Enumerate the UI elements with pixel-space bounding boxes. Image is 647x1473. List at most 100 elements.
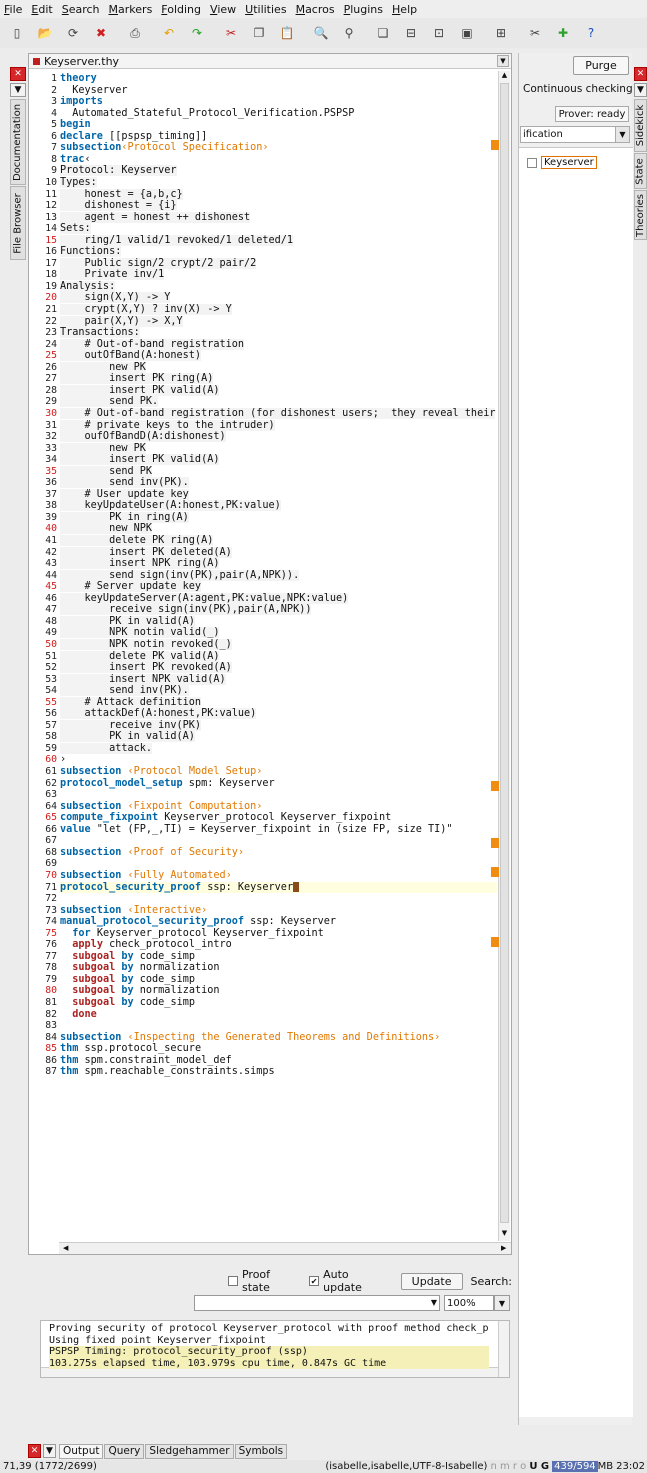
buffer-switcher-dropdown[interactable]: ▼ bbox=[497, 55, 509, 67]
code-line[interactable] bbox=[60, 835, 497, 847]
code-line[interactable]: thm spm.reachable_constraints.simps bbox=[60, 1066, 497, 1078]
code-line[interactable]: value "let (FP,_,TI) = Keyserver_fixpoin… bbox=[60, 824, 497, 836]
menu-plugins[interactable]: Plugins bbox=[344, 3, 383, 16]
tab-documentation[interactable]: Documentation bbox=[10, 99, 26, 185]
code-line[interactable]: delete PK valid(A) bbox=[60, 650, 497, 663]
code-line[interactable]: receive sign(inv(PK),pair(A,NPK)) bbox=[60, 604, 497, 616]
logic-select[interactable]: ification ▼ bbox=[520, 126, 630, 143]
code-line[interactable]: Types: bbox=[60, 176, 497, 189]
code-line[interactable]: send inv(PK). bbox=[60, 685, 497, 697]
tab-sledgehammer[interactable]: Sledgehammer bbox=[145, 1443, 234, 1459]
menu-macros[interactable]: Macros bbox=[296, 3, 335, 16]
code-line[interactable]: send sign(inv(PK),pair(A,NPK)). bbox=[60, 569, 497, 582]
search-input[interactable]: ▼ bbox=[194, 1295, 440, 1311]
close-output-dock-button[interactable]: ✕ bbox=[28, 1444, 41, 1458]
menu-view[interactable]: View bbox=[210, 3, 236, 16]
code-line[interactable]: delete PK ring(A) bbox=[60, 535, 497, 547]
menu-help[interactable]: Help bbox=[392, 3, 417, 16]
menu-file[interactable]: File bbox=[4, 3, 22, 16]
proof-state-checkbox[interactable] bbox=[228, 1276, 238, 1286]
code-line[interactable]: Functions: bbox=[60, 246, 497, 258]
continuous-checking-label[interactable]: Continuous checking bbox=[519, 83, 633, 98]
code-line[interactable]: attack. bbox=[60, 742, 497, 755]
code-line[interactable]: thm spm.constraint_model_def bbox=[60, 1055, 497, 1067]
code-line[interactable] bbox=[60, 1020, 497, 1032]
code-line[interactable] bbox=[60, 893, 497, 905]
find-icon[interactable]: 🔍 bbox=[312, 24, 330, 42]
code-line[interactable]: Keyserver bbox=[60, 85, 497, 97]
tab-sidekick[interactable]: Sidekick bbox=[634, 99, 647, 152]
code-line[interactable]: sign(X,Y) -> Y bbox=[60, 292, 497, 304]
scroll-right-icon[interactable]: ▶ bbox=[501, 1244, 506, 1252]
reload-icon[interactable]: ⟳ bbox=[64, 24, 82, 42]
code-line[interactable]: › bbox=[60, 754, 497, 766]
code-line[interactable]: Protocol: Keyserver bbox=[60, 165, 497, 177]
code-line[interactable] bbox=[60, 789, 497, 801]
menu-search[interactable]: Search bbox=[62, 3, 100, 16]
undo-icon[interactable]: ↶ bbox=[160, 24, 178, 42]
output-dock-menu-button[interactable]: ▼ bbox=[43, 1444, 56, 1458]
code-line[interactable] bbox=[60, 858, 497, 870]
code-line[interactable]: dishonest = {i} bbox=[60, 200, 497, 212]
close-dock-button[interactable]: ✕ bbox=[10, 67, 26, 81]
code-line[interactable]: keyUpdateUser(A:honest,PK:value) bbox=[60, 500, 497, 512]
fullscreen-icon[interactable]: ⊞ bbox=[492, 24, 510, 42]
code-line[interactable]: agent = honest ++ dishonest bbox=[60, 211, 497, 224]
code-line[interactable]: Sets: bbox=[60, 223, 497, 235]
code-line[interactable]: theory bbox=[60, 73, 497, 85]
code-line[interactable]: insert NPK ring(A) bbox=[60, 558, 497, 570]
code-line[interactable]: new PK bbox=[60, 361, 497, 374]
tab-output[interactable]: Output bbox=[59, 1443, 104, 1459]
code-line[interactable]: subgoal by normalization bbox=[60, 985, 497, 997]
editor-horizontal-scrollbar[interactable]: ◀ ▶ bbox=[59, 1242, 511, 1254]
code-line[interactable]: PK in ring(A) bbox=[60, 511, 497, 524]
code-line[interactable]: subgoal by code_simp bbox=[60, 951, 497, 963]
code-line[interactable]: new PK bbox=[60, 442, 497, 455]
menu-utilities[interactable]: Utilities bbox=[245, 3, 286, 16]
code-line[interactable]: compute_fixpoint Keyserver_protocol Keys… bbox=[60, 812, 497, 824]
code-line[interactable]: Public sign/2 crypt/2 pair/2 bbox=[60, 257, 497, 270]
menu-edit[interactable]: Edit bbox=[31, 3, 52, 16]
code-line[interactable]: # Server update key bbox=[60, 581, 497, 593]
code-line[interactable]: imports bbox=[60, 96, 497, 108]
code-line[interactable]: insert PK valid(A) bbox=[60, 384, 497, 397]
code-line[interactable]: NPK notin revoked(_) bbox=[60, 638, 497, 651]
code-line[interactable]: subgoal by code_simp bbox=[60, 997, 497, 1009]
scroll-left-icon[interactable]: ◀ bbox=[63, 1244, 68, 1252]
code-line[interactable]: subgoal by code_simp bbox=[60, 974, 497, 986]
code-line[interactable]: Automated_Stateful_Protocol_Verification… bbox=[60, 108, 497, 120]
code-line[interactable]: send inv(PK). bbox=[60, 477, 497, 489]
right-dock-menu-button[interactable]: ▼ bbox=[634, 83, 647, 97]
code-line[interactable]: manual_protocol_security_proof ssp: Keys… bbox=[60, 916, 497, 928]
code-line[interactable]: subsection‹Protocol Specification› bbox=[60, 142, 497, 154]
print-icon[interactable]: ⎙ bbox=[126, 24, 144, 42]
code-line[interactable]: subsection ‹Fully Automated› bbox=[60, 870, 497, 882]
theory-checkbox[interactable] bbox=[527, 157, 537, 168]
tab-state[interactable]: State bbox=[634, 153, 647, 189]
code-line[interactable]: oufOfBandD(A:dishonest) bbox=[60, 431, 497, 443]
find-replace-icon[interactable]: ⚲ bbox=[340, 24, 358, 42]
new-file-icon[interactable]: ▯ bbox=[8, 24, 26, 42]
code-line[interactable]: # private keys to the intruder) bbox=[60, 419, 497, 432]
edit-flags[interactable]: n m r o bbox=[490, 1461, 526, 1472]
code-line[interactable]: subsection ‹Inspecting the Generated The… bbox=[60, 1032, 497, 1044]
code-line[interactable]: keyUpdateServer(A:agent,PK:value,NPK:val… bbox=[60, 592, 497, 605]
code-line[interactable]: # Out-of-band registration (for dishones… bbox=[60, 407, 497, 420]
unsplit-icon[interactable]: ▣ bbox=[458, 24, 476, 42]
split-vertical-icon[interactable]: ⊡ bbox=[430, 24, 448, 42]
cut-icon[interactable]: ✂ bbox=[222, 24, 240, 42]
code-line[interactable]: Transactions: bbox=[60, 327, 497, 339]
menu-markers[interactable]: Markers bbox=[109, 3, 153, 16]
code-line[interactable]: pair(X,Y) -> X,Y bbox=[60, 315, 497, 328]
code-line[interactable]: # Out-of-band registration bbox=[60, 338, 497, 351]
zoom-select[interactable]: 100% bbox=[444, 1295, 494, 1311]
code-line[interactable]: # Attack definition bbox=[60, 696, 497, 709]
tab-theories[interactable]: Theories bbox=[634, 190, 647, 240]
plugin-icon[interactable]: ✚ bbox=[554, 24, 572, 42]
split-horizontal-icon[interactable]: ⊟ bbox=[402, 24, 420, 42]
ug-flags[interactable]: U G bbox=[529, 1461, 549, 1472]
code-line[interactable]: PK in valid(A) bbox=[60, 731, 497, 743]
code-line[interactable]: subsection ‹Interactive› bbox=[60, 905, 497, 917]
code-line[interactable]: outOfBand(A:honest) bbox=[60, 350, 497, 362]
code-line[interactable]: new NPK bbox=[60, 523, 497, 535]
